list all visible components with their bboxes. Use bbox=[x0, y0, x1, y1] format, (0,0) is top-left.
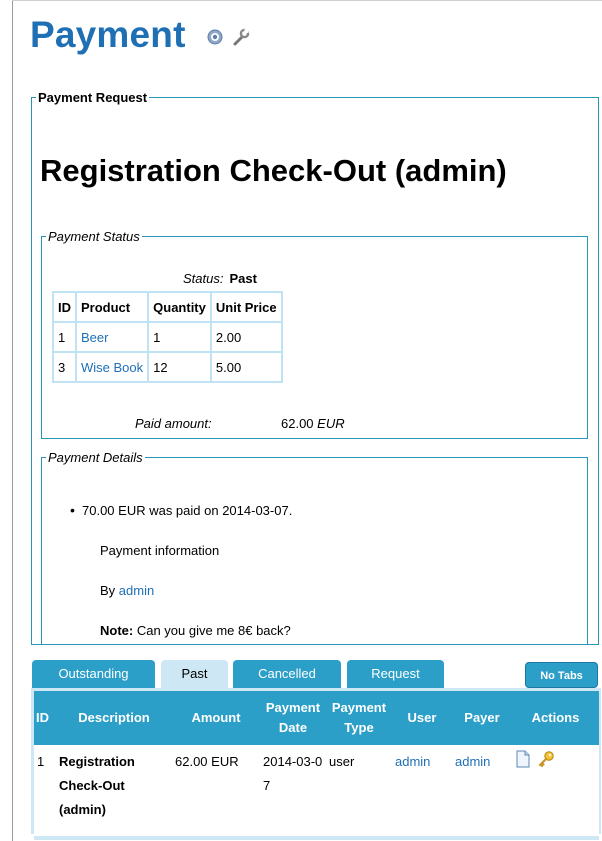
payment-status-fieldset: Payment Status Status: Past ID Product Qu… bbox=[41, 229, 588, 439]
cell-actions bbox=[512, 745, 599, 838]
column-header-id: ID bbox=[52, 291, 77, 323]
note-text: Can you give me 8€ back? bbox=[136, 623, 291, 638]
column-header-description[interactable]: Description bbox=[56, 691, 172, 745]
column-header-id[interactable]: ID bbox=[34, 691, 56, 745]
page-top-border bbox=[12, 0, 602, 1]
payments-panel: ID Description Amount Payment Date Payme… bbox=[31, 688, 601, 840]
column-header-quantity: Quantity bbox=[147, 291, 212, 323]
note-line: Note: Can you give me 8€ back? bbox=[100, 623, 291, 638]
cell-amount: 62.00 EUR bbox=[172, 745, 260, 838]
payer-link[interactable]: admin bbox=[455, 754, 490, 769]
cell-id: 1 bbox=[52, 321, 77, 353]
cell-unit-price: 2.00 bbox=[209, 321, 283, 353]
payments-table-header: ID Description Amount Payment Date Payme… bbox=[34, 691, 599, 745]
bullet-icon: • bbox=[70, 502, 75, 518]
paid-amount-label: Paid amount: bbox=[135, 416, 212, 431]
cell-payment-type: user bbox=[326, 745, 392, 838]
cell-quantity: 12 bbox=[147, 351, 212, 383]
paid-amount-currency: EUR bbox=[317, 416, 345, 431]
paid-amount-number: 62.00 bbox=[281, 416, 314, 431]
request-title: Registration Check-Out (admin) bbox=[40, 153, 507, 188]
table-row: 3 Wise Book 12 5.00 bbox=[52, 351, 283, 383]
cell-payer: admin bbox=[452, 745, 512, 838]
payment-request-fieldset: Payment Request Registration Check-Out (… bbox=[31, 90, 599, 645]
paid-line: 70.00 EUR was paid on 2014-03-07. bbox=[82, 503, 293, 518]
view-icon[interactable] bbox=[515, 750, 533, 768]
tab-outstanding[interactable]: Outstanding bbox=[32, 660, 155, 688]
column-header-payment-type[interactable]: Payment Type bbox=[326, 691, 392, 745]
payment-details-legend: Payment Details bbox=[48, 450, 143, 465]
column-header-user[interactable]: User bbox=[392, 691, 452, 745]
column-header-payment-date[interactable]: Payment Date bbox=[260, 691, 326, 745]
page-title: Payment bbox=[30, 14, 186, 55]
paid-amount-line: Paid amount: 62.00 EUR bbox=[135, 416, 345, 431]
status-line: Status: Past bbox=[183, 271, 257, 286]
by-label: By bbox=[100, 583, 116, 598]
page-left-border bbox=[12, 0, 13, 841]
cell-product: Beer bbox=[74, 321, 150, 353]
payment-request-legend: Payment Request bbox=[38, 90, 148, 105]
cell-unit-price: 5.00 bbox=[209, 351, 283, 383]
product-table-header: ID Product Quantity Unit Price bbox=[52, 291, 283, 323]
payer-user-link[interactable]: admin bbox=[119, 583, 154, 598]
cell-product: Wise Book bbox=[74, 351, 150, 383]
table-row: 1 Beer 1 2.00 bbox=[52, 321, 283, 353]
column-header-actions: Actions bbox=[512, 691, 599, 745]
cell-quantity: 1 bbox=[147, 321, 212, 353]
no-tabs-button[interactable]: No Tabs bbox=[525, 662, 598, 688]
column-header-amount[interactable]: Amount bbox=[172, 691, 260, 745]
cell-id: 3 bbox=[52, 351, 77, 383]
payment-information: Payment information bbox=[100, 543, 220, 558]
payment-list-item: • 70.00 EUR was paid on 2014-03-07. bbox=[70, 502, 293, 518]
user-link[interactable]: admin bbox=[395, 754, 430, 769]
tab-cancelled[interactable]: Cancelled bbox=[233, 660, 341, 688]
column-header-unit-price: Unit Price bbox=[209, 291, 283, 323]
cell-payment-date: 2014-03-07 bbox=[260, 745, 326, 838]
payment-status-legend: Payment Status bbox=[48, 229, 140, 244]
payment-details-fieldset: Payment Details • 70.00 EUR was paid on … bbox=[41, 450, 588, 645]
column-header-payer[interactable]: Payer bbox=[452, 691, 512, 745]
tab-past[interactable]: Past bbox=[161, 660, 228, 690]
key-icon[interactable] bbox=[537, 750, 555, 768]
help-icon[interactable] bbox=[206, 28, 224, 46]
payments-table: ID Description Amount Payment Date Payme… bbox=[34, 691, 599, 840]
note-label: Note: bbox=[100, 623, 134, 638]
paid-amount-value: 62.00 EUR bbox=[281, 416, 345, 431]
table-row: 1 Registration Check-Out (admin) 62.00 E… bbox=[34, 745, 599, 838]
column-header-product: Product bbox=[74, 291, 150, 323]
wrench-icon[interactable] bbox=[232, 28, 250, 46]
status-value: Past bbox=[229, 271, 257, 286]
product-table: ID Product Quantity Unit Price 1 Beer 1 … bbox=[52, 291, 283, 383]
paid-by-line: By admin bbox=[100, 583, 154, 598]
cell-id: 1 bbox=[34, 745, 56, 838]
tab-request[interactable]: Request bbox=[347, 660, 444, 688]
product-link[interactable]: Wise Book bbox=[81, 360, 143, 375]
product-link[interactable]: Beer bbox=[81, 330, 108, 345]
cell-description: Registration Check-Out (admin) bbox=[56, 745, 172, 838]
cell-user: admin bbox=[392, 745, 452, 838]
status-label: Status: bbox=[183, 271, 224, 286]
title-icons bbox=[206, 28, 250, 46]
